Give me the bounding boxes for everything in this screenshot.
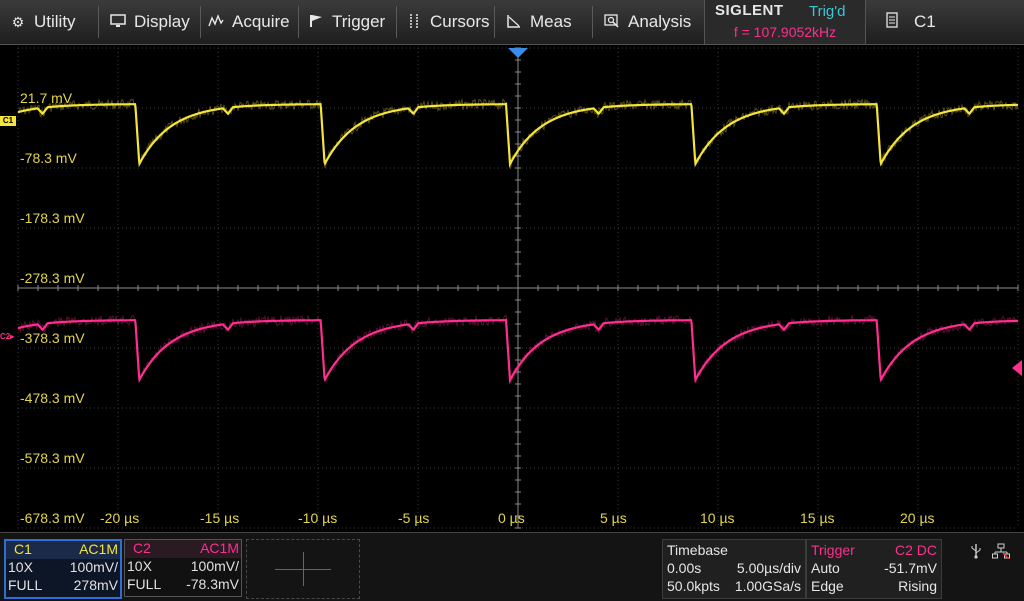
ch1-name: C1	[14, 541, 32, 557]
menu-cursors[interactable]: Cursors	[406, 0, 490, 44]
y-axis-label: 21.7 mV	[20, 90, 73, 106]
menu-divider	[298, 6, 299, 38]
ch1-trace-noise	[17, 97, 1019, 169]
list-icon	[886, 11, 898, 33]
memory-depth: 50.0kpts	[667, 578, 720, 594]
top-menu-bar: ⚙ Utility Display Acquire Trigger Cursor…	[0, 0, 1024, 45]
menu-divider	[592, 6, 593, 38]
ch2-marker-label: C2	[0, 332, 11, 341]
x-axis-label: 15 µs	[800, 510, 835, 526]
menu-divider	[98, 6, 99, 38]
x-axis-label: 10 µs	[700, 510, 735, 526]
menu-display[interactable]: Display	[110, 0, 190, 44]
y-axis-label: -78.3 mV	[20, 150, 77, 166]
ch2-scale: 100mV/	[190, 558, 239, 574]
x-axis-label: -15 µs	[200, 510, 240, 526]
menu-utility-label: Utility	[34, 12, 76, 31]
ch1-bandwidth: FULL	[8, 577, 43, 593]
ch1-probe: 10X	[8, 559, 33, 575]
channel-selector[interactable]: C1	[870, 0, 1024, 44]
menu-acquire-label: Acquire	[232, 12, 290, 31]
ch2-coupling: AC1M	[200, 540, 239, 556]
status-bar: C1 AC1M 10X 100mV/ FULL 278mV C2 AC1M 10…	[0, 532, 1024, 601]
ch2-probe: 10X	[127, 558, 152, 574]
y-axis-label: -378.3 mV	[20, 330, 85, 346]
menu-divider	[494, 6, 495, 38]
monitor-icon	[110, 14, 126, 30]
y-axis-label: -678.3 mV	[20, 510, 85, 526]
y-axis-label: -278.3 mV	[20, 270, 85, 286]
gear-icon: ⚙	[11, 14, 25, 30]
menu-utility[interactable]: ⚙ Utility	[10, 0, 76, 44]
menu-trigger[interactable]: Trigger	[308, 0, 385, 44]
y-axis-label: -578.3 mV	[20, 450, 85, 466]
menu-divider	[396, 6, 397, 38]
trigger-type: Edge	[811, 578, 844, 594]
usb-icon[interactable]	[970, 544, 986, 562]
ch1-info-panel[interactable]: C1 AC1M 10X 100mV/ FULL 278mV	[4, 539, 122, 599]
waveform-display[interactable]: C1 C2▸ 21.7 mV -78.3 mV -178.3 mV -278.3…	[0, 44, 1024, 532]
flag-icon	[308, 14, 324, 30]
ch2-offset: -78.3mV	[186, 576, 239, 592]
ch1-offset-marker[interactable]: C1	[0, 116, 16, 126]
ch2-bandwidth: FULL	[127, 576, 162, 592]
x-axis-label: -20 µs	[100, 510, 140, 526]
ch2-trace-noise	[17, 314, 1019, 385]
trigger-title: Trigger	[811, 542, 855, 558]
menu-analysis-label: Analysis	[628, 12, 692, 31]
ch1-scale: 100mV/	[69, 559, 118, 575]
timebase-scale: 5.00µs/div	[736, 560, 801, 576]
waveform-traces	[17, 97, 1019, 385]
system-icons	[970, 543, 1010, 562]
plus-icon	[303, 552, 304, 586]
ch1-coupling: AC1M	[79, 541, 118, 557]
timebase-delay: 0.00s	[667, 560, 702, 576]
menu-display-label: Display	[134, 12, 190, 31]
acquire-icon	[208, 14, 224, 30]
menu-divider	[200, 6, 201, 38]
sample-rate: 1.00GSa/s	[734, 578, 801, 594]
trigger-level-marker[interactable]	[1012, 360, 1022, 376]
frequency-readout: f = 107.9052kHz	[733, 24, 837, 40]
ch2-trace	[17, 318, 1018, 384]
x-axis-label: 5 µs	[600, 510, 627, 526]
trigger-panel[interactable]: Trigger C2 DC Auto -51.7mV Edge Rising	[806, 539, 942, 599]
menu-cursors-label: Cursors	[430, 12, 490, 31]
timebase-panel[interactable]: Timebase 0.00s 5.00µs/div 50.0kpts 1.00G…	[662, 539, 806, 599]
ch2-offset-marker[interactable]: C2▸	[0, 332, 14, 341]
ruler-icon	[506, 14, 522, 30]
timebase-title: Timebase	[667, 542, 728, 558]
menu-acquire[interactable]: Acquire	[208, 0, 290, 44]
y-axis-label: -478.3 mV	[20, 390, 85, 406]
trigger-source: C2 DC	[894, 542, 937, 558]
x-axis-label: -5 µs	[398, 510, 430, 526]
brand-logo: SIGLENT	[715, 2, 784, 19]
trigger-mode: Auto	[811, 560, 840, 576]
brand-panel: SIGLENT Trig'd f = 107.9052kHz	[704, 0, 866, 44]
menu-analysis[interactable]: Analysis	[604, 0, 691, 44]
trigger-slope: Rising	[898, 578, 937, 594]
menu-meas-label: Meas	[530, 12, 572, 31]
x-axis-label: -10 µs	[298, 510, 338, 526]
trigger-level: -51.7mV	[884, 560, 937, 576]
active-channel-label: C1	[914, 12, 936, 31]
trigger-position-marker[interactable]	[508, 48, 528, 58]
menu-meas[interactable]: Meas	[506, 0, 572, 44]
ch2-info-panel[interactable]: C2 AC1M 10X 100mV/ FULL -78.3mV	[124, 539, 242, 597]
x-axis-label: 0 µs	[498, 510, 525, 526]
menu-trigger-label: Trigger	[332, 12, 386, 31]
ch1-offset: 278mV	[73, 577, 118, 593]
network-icon[interactable]	[991, 543, 1010, 562]
x-axis-label: 20 µs	[900, 510, 935, 526]
add-channel-slot[interactable]	[246, 539, 360, 599]
cursor-icon	[406, 14, 422, 30]
trigger-status: Trig'd	[809, 3, 846, 20]
ch2-name: C2	[133, 540, 151, 556]
y-axis-label: -178.3 mV	[20, 210, 85, 226]
analysis-icon	[604, 14, 620, 30]
ch1-trace	[17, 102, 1018, 168]
